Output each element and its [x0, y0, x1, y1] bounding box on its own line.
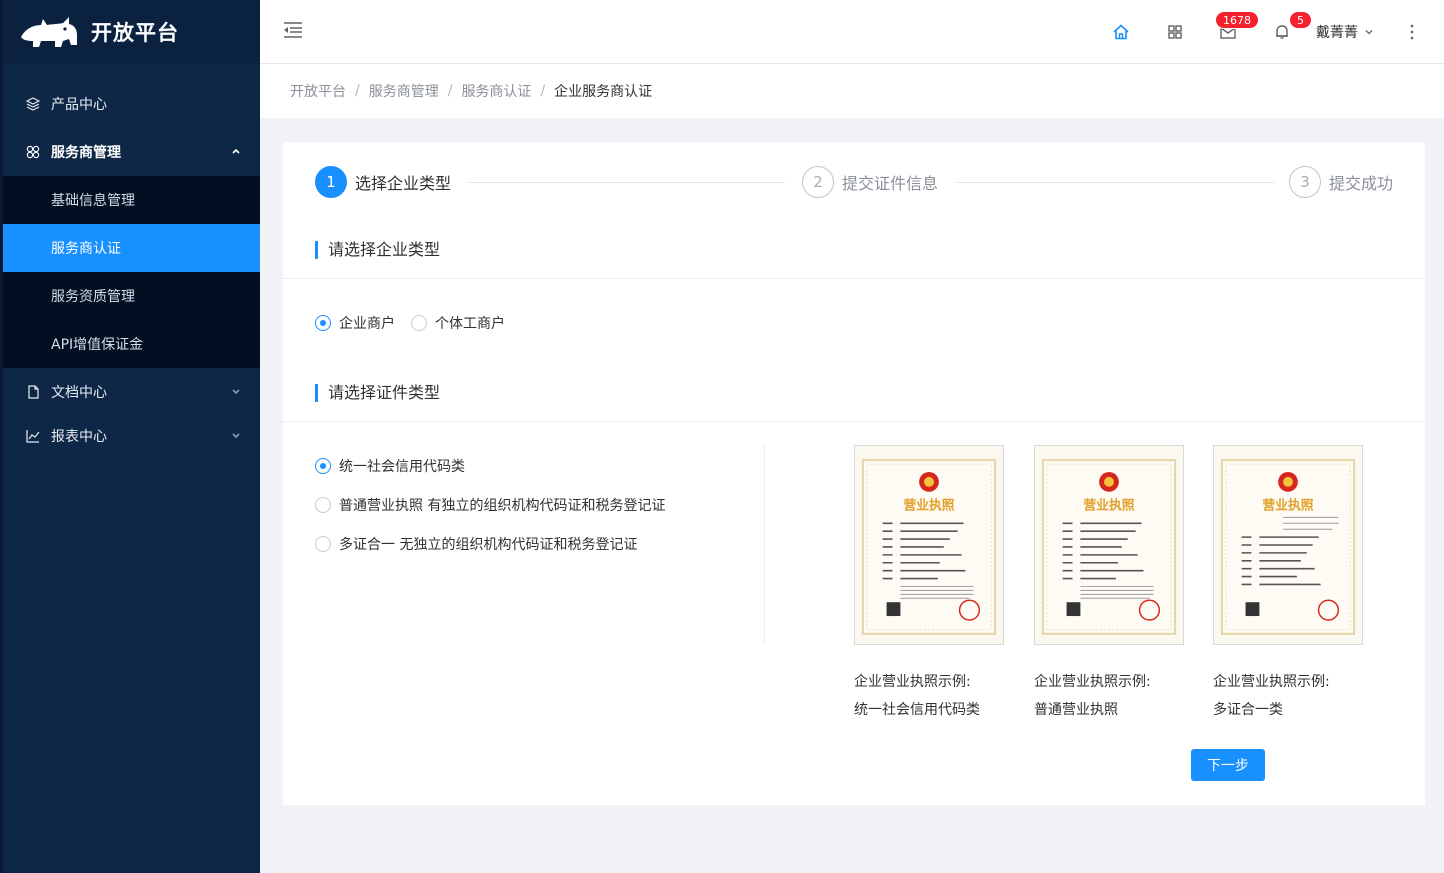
license-example-image: 营业执照 [1213, 445, 1363, 645]
breadcrumb-current: 企业服务商认证 [554, 84, 653, 100]
license-caption-title: 企业营业执照示例: [854, 674, 971, 690]
top-header: 1678 5 戴菁菁 [260, 0, 1444, 64]
license-example-image: 营业执照 [854, 445, 1004, 645]
sidebar: 开放平台 产品中心 服务商管理 基础信息管理 服务商认证 服务资质管理 API增… [0, 0, 260, 873]
user-menu[interactable]: 戴菁菁 [1316, 22, 1374, 42]
radio-indicator [315, 536, 331, 552]
step-number: 3 [1289, 166, 1321, 198]
svg-text:营业执照: 营业执照 [1262, 497, 1313, 513]
chevron-down-icon [232, 389, 240, 395]
license-caption-title: 企业营业执照示例: [1034, 674, 1151, 690]
step-label: 选择企业类型 [355, 174, 452, 193]
more-vertical-icon[interactable] [1410, 24, 1414, 40]
svg-text:营业执照: 营业执照 [1083, 497, 1134, 513]
username: 戴菁菁 [1316, 25, 1358, 41]
rhino-logo-icon [21, 17, 77, 47]
license-caption-type: 普通营业执照 [1034, 702, 1118, 718]
breadcrumb-item[interactable]: 服务商认证 [461, 81, 531, 101]
radio-unified-credit-code[interactable]: 统一社会信用代码类 [315, 456, 465, 476]
step-3: 3 提交成功 [1289, 166, 1393, 198]
sidebar-item-api-deposit[interactable]: API增值保证金 [3, 320, 260, 368]
line-chart-icon [25, 428, 41, 444]
license-example-image: 营业执照 [1034, 445, 1184, 645]
chevron-down-icon [1365, 30, 1373, 35]
step-number: 2 [802, 166, 834, 198]
sidebar-item-label: 服务商管理 [51, 145, 121, 161]
radio-multi-cert-in-one[interactable]: 多证合一 无独立的组织机构代码证和税务登记证 [315, 534, 637, 554]
svg-text:营业执照: 营业执照 [903, 497, 954, 513]
step-connector [467, 182, 785, 183]
home-icon[interactable] [1112, 23, 1130, 41]
section-title-enterprise: 请选择企业类型 [315, 241, 440, 259]
radio-label: 多证合一 无独立的组织机构代码证和税务登记证 [339, 537, 638, 553]
breadcrumb-item[interactable]: 服务商管理 [369, 81, 439, 101]
document-icon [25, 384, 41, 400]
breadcrumb-separator: / [540, 83, 546, 99]
breadcrumb-separator: / [447, 83, 453, 99]
logo[interactable]: 开放平台 [3, 0, 260, 64]
license-image: 营业执照 [1041, 459, 1177, 635]
sidebar-item-provider-certification[interactable]: 服务商认证 [3, 224, 260, 272]
radio-label: 统一社会信用代码类 [339, 459, 465, 475]
breadcrumb: 开放平台 / 服务商管理 / 服务商认证 / 企业服务商认证 [260, 64, 1444, 118]
license-caption-title: 企业营业执照示例: [1213, 674, 1330, 690]
apps-icon [25, 144, 41, 160]
license-image: 营业执照 [861, 459, 997, 635]
mail-badge: 1678 [1215, 11, 1259, 29]
chevron-down-icon [232, 433, 240, 439]
radio-indicator [315, 497, 331, 513]
radio-label: 个体工商户 [435, 316, 505, 332]
breadcrumb-separator: / [355, 83, 360, 99]
vertical-divider [764, 445, 765, 645]
step-number: 1 [315, 166, 347, 198]
section-title-certificate: 请选择证件类型 [315, 384, 440, 402]
radio-label: 企业商户 [339, 316, 395, 332]
radio-ordinary-license[interactable]: 普通营业执照 有独立的组织机构代码证和税务登记证 [315, 495, 665, 515]
submenu-provider-management: 基础信息管理 服务商认证 服务资质管理 API增值保证金 [3, 176, 260, 368]
sidebar-item-qualification[interactable]: 服务资质管理 [3, 272, 260, 320]
step-label: 提交成功 [1329, 174, 1394, 193]
divider [283, 421, 1425, 422]
license-image: 营业执照 [1220, 459, 1356, 635]
license-caption-type: 多证合一类 [1213, 702, 1283, 718]
radio-individual-merchant[interactable]: 个体工商户 [411, 313, 505, 333]
divider [283, 278, 1425, 279]
bell-badge: 5 [1289, 11, 1312, 29]
step-connector [955, 182, 1275, 183]
sidebar-item-label: 报表中心 [51, 429, 107, 445]
bell-icon[interactable] [1273, 23, 1291, 41]
menu-fold-icon[interactable] [282, 20, 304, 40]
license-caption-type: 统一社会信用代码类 [854, 702, 980, 718]
breadcrumb-item[interactable]: 开放平台 [290, 81, 346, 101]
certification-card: 1 选择企业类型 2 提交证件信息 3 提交成功 请选择企业类型 企业商户 个体… [283, 142, 1425, 805]
next-step-button[interactable]: 下一步 [1191, 749, 1265, 781]
step-label: 提交证件信息 [842, 174, 939, 193]
sidebar-item-report-center[interactable]: 报表中心 [3, 416, 260, 456]
sidebar-item-label: 文档中心 [51, 385, 107, 401]
app-grid-icon[interactable] [1166, 23, 1184, 41]
radio-indicator [411, 315, 427, 331]
radio-enterprise-merchant[interactable]: 企业商户 [315, 313, 395, 333]
layers-icon [25, 96, 41, 112]
radio-indicator [315, 458, 331, 474]
sidebar-item-product-center[interactable]: 产品中心 [3, 80, 260, 128]
radio-label: 普通营业执照 有独立的组织机构代码证和税务登记证 [339, 498, 666, 514]
step-1: 1 选择企业类型 [315, 166, 451, 198]
radio-indicator [315, 315, 331, 331]
sidebar-item-doc-center[interactable]: 文档中心 [3, 368, 260, 416]
sidebar-item-provider-management[interactable]: 服务商管理 [3, 128, 260, 176]
sidebar-item-basic-info[interactable]: 基础信息管理 [3, 176, 260, 224]
app-title: 开放平台 [91, 21, 179, 45]
step-2: 2 提交证件信息 [802, 166, 938, 198]
sidebar-item-label: 产品中心 [51, 97, 107, 113]
chevron-up-icon [232, 148, 240, 154]
